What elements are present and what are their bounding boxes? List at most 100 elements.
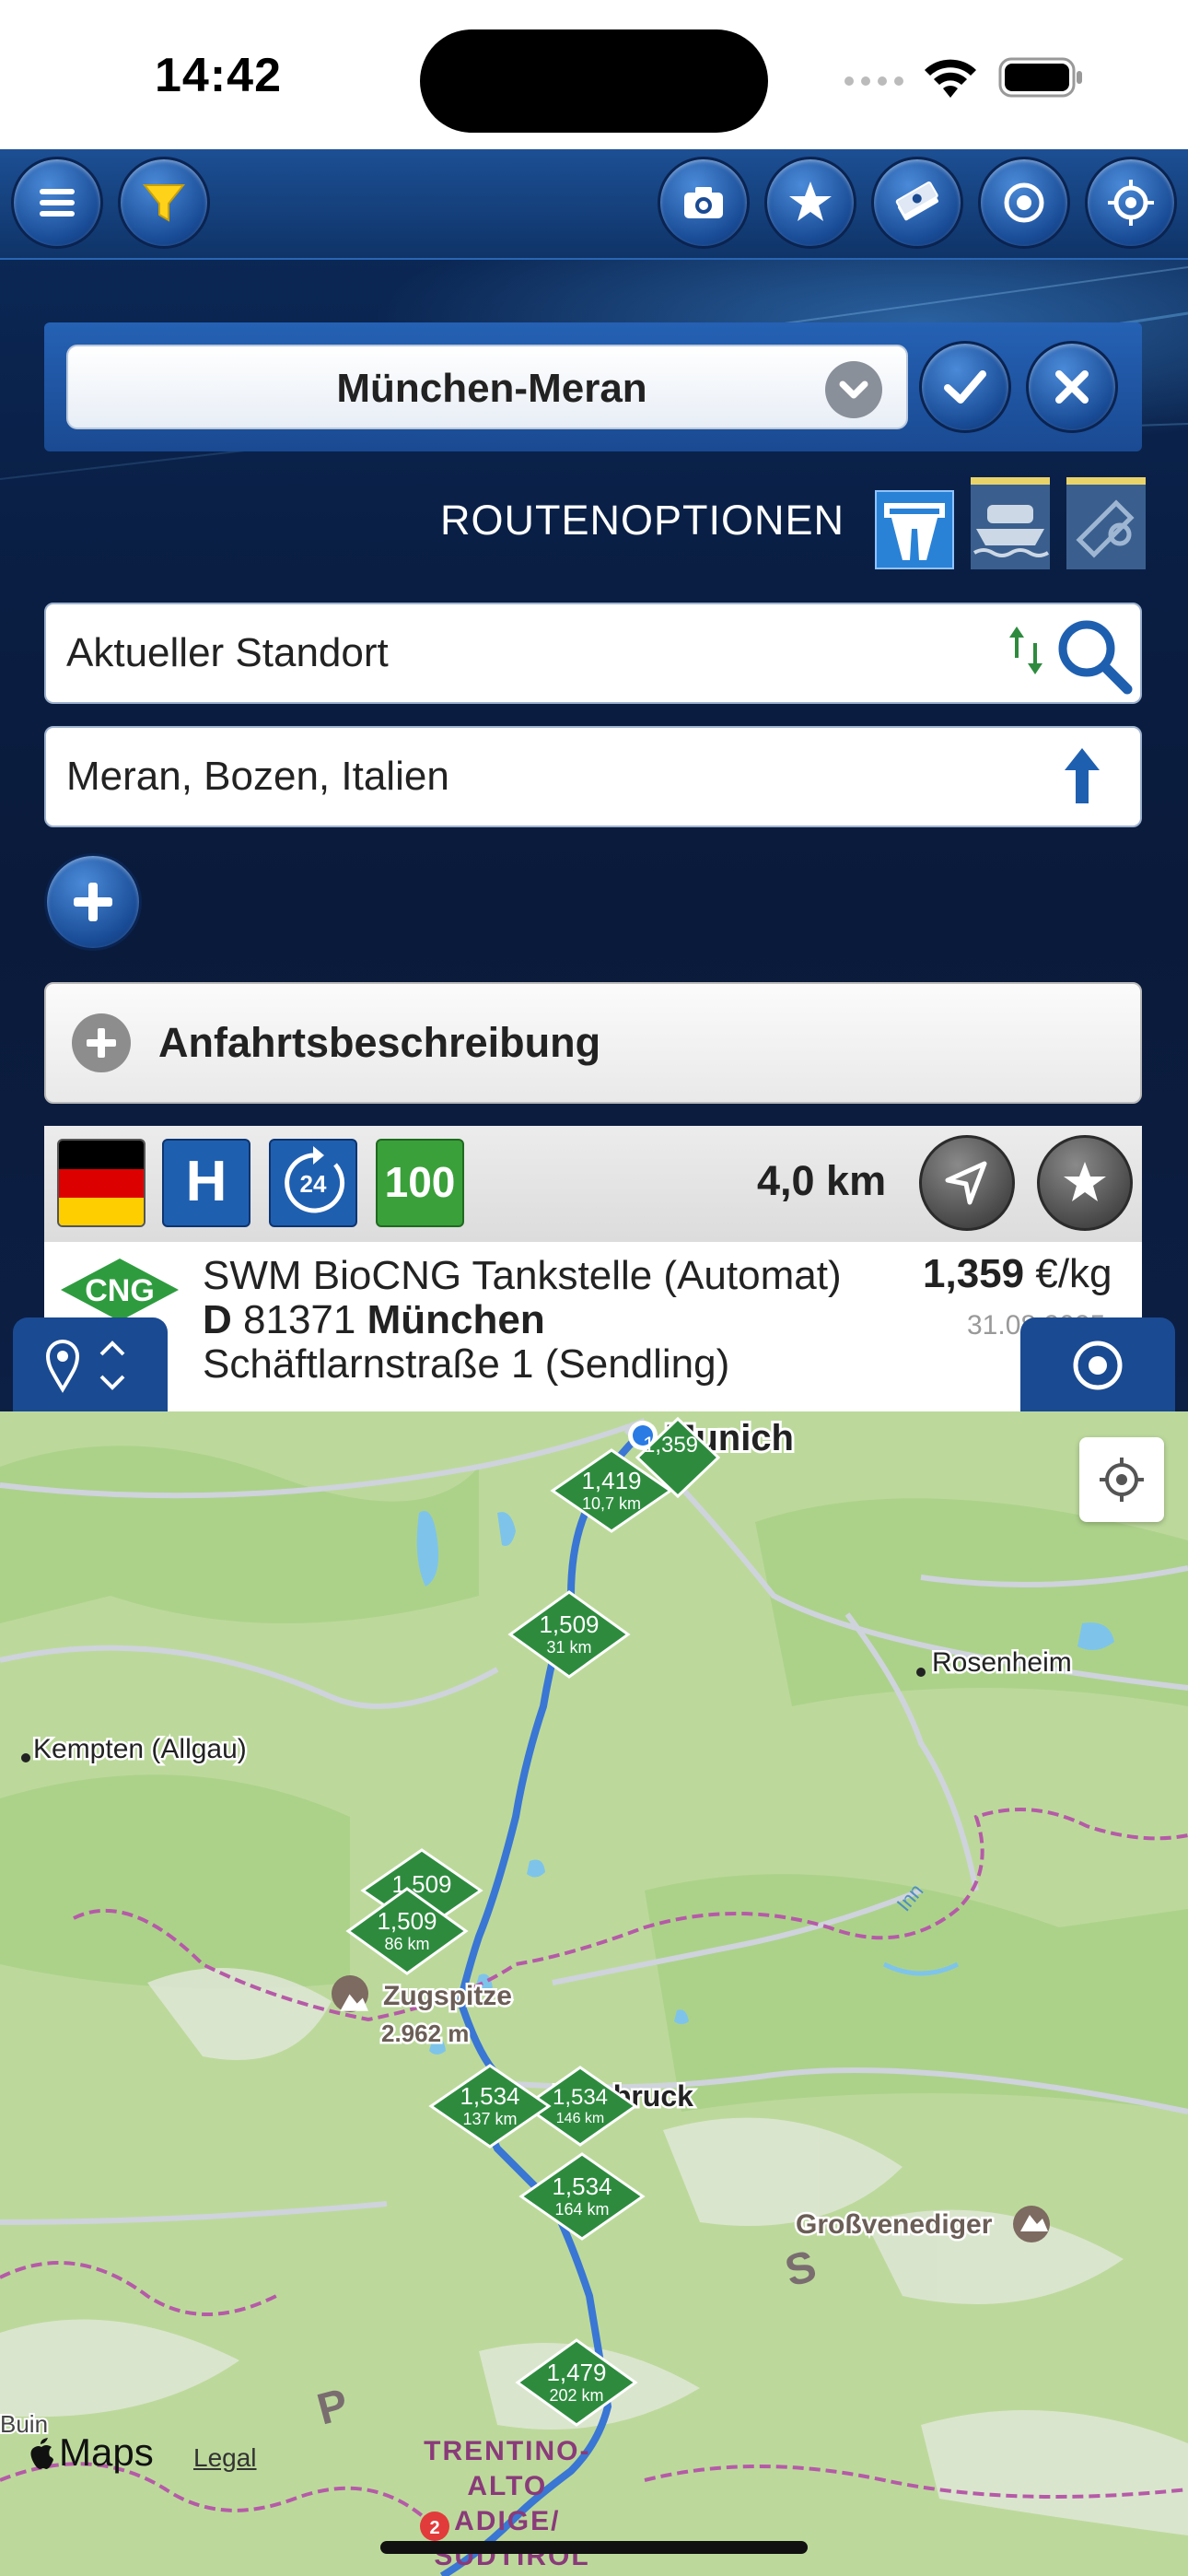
chevron-down-icon: [825, 361, 882, 418]
map-center-tab[interactable]: [1020, 1317, 1175, 1411]
speed-100-badge: 100: [376, 1139, 464, 1227]
germany-flag-icon: [57, 1139, 146, 1227]
svg-text:31 km: 31 km: [546, 1638, 591, 1657]
svg-text:1,534: 1,534: [552, 2172, 611, 2200]
maps-attribution: Maps: [26, 2430, 154, 2475]
map-view[interactable]: 2 Munich Rosenheim Kempten (Allgau) Zugs…: [0, 1411, 1188, 2576]
confirm-route-button[interactable]: [919, 341, 1011, 433]
status-bar: 14:42: [0, 0, 1188, 149]
open-24h-label: 24: [300, 1170, 327, 1198]
directions-expander[interactable]: Anfahrtsbeschreibung: [44, 982, 1142, 1104]
route-name: München-Meran: [336, 366, 647, 411]
locate-button[interactable]: [1085, 157, 1177, 249]
station-city: D 81371 München: [203, 1297, 545, 1343]
crosshair-icon: [1108, 180, 1154, 226]
app-panel: München-Meran ROUTENOPTIONEN Aktueller S…: [0, 149, 1188, 1411]
city-name: München: [367, 1297, 545, 1342]
svg-text:164 km: 164 km: [554, 2200, 609, 2219]
maps-brand: Maps: [59, 2430, 154, 2474]
avoid-highway-toggle[interactable]: [875, 490, 954, 569]
toll-icon: [1076, 499, 1135, 558]
filter-icon: [142, 184, 186, 222]
place-rosenheim: Rosenheim: [932, 1647, 1072, 1678]
destination-field[interactable]: Meran, Bozen, Italien: [44, 726, 1142, 827]
menu-icon: [40, 189, 75, 217]
favorite-station-button[interactable]: [1037, 1135, 1133, 1231]
avoid-toll-toggle[interactable]: [1066, 477, 1146, 569]
star-icon: [1064, 1162, 1106, 1201]
top-toolbar: [0, 149, 1188, 260]
dynamic-island: [420, 29, 768, 133]
station-card[interactable]: CNG SWM BioCNG Tankstelle (Automat) 1,35…: [44, 1242, 1142, 1411]
svg-text:10,7 km: 10,7 km: [582, 1494, 641, 1513]
expand-plus-icon: [72, 1013, 131, 1072]
place-kempten: Kempten (Allgau): [33, 1734, 247, 1764]
svg-text:202 km: 202 km: [549, 2386, 603, 2405]
navigate-button[interactable]: [919, 1135, 1015, 1231]
apple-logo-icon: [30, 2438, 53, 2469]
cng-logo-text: CNG: [85, 1273, 155, 1308]
wifi-icon: [923, 57, 978, 100]
route-dropdown[interactable]: München-Meran: [66, 345, 908, 429]
origin-field[interactable]: Aktueller Standort: [44, 603, 1142, 704]
station-name: SWM BioCNG Tankstelle (Automat): [203, 1253, 842, 1298]
route-options-label: ROUTENOPTIONEN: [440, 497, 845, 544]
home-indicator: [380, 2541, 808, 2554]
station-price: 1,359 €/kg: [923, 1251, 1112, 1297]
destination-marker: 2: [429, 2518, 439, 2538]
plus-icon: [74, 883, 112, 921]
station-header: H 24 100 4,0 km: [44, 1126, 1142, 1242]
map-layer-tab[interactable]: [13, 1317, 168, 1411]
open-24h-icon: 24: [269, 1139, 357, 1227]
prices-button[interactable]: [871, 157, 963, 249]
money-icon: [895, 181, 938, 221]
target-icon: [1004, 182, 1044, 223]
svg-text:1,534: 1,534: [460, 2082, 519, 2110]
svg-text:1,479: 1,479: [546, 2359, 606, 2386]
directions-label: Anfahrtsbeschreibung: [158, 1019, 601, 1066]
navigation-arrow-icon: [945, 1161, 987, 1205]
nearby-button[interactable]: [978, 157, 1070, 249]
place-zugspitze: Zugspitze: [383, 1981, 512, 2011]
svg-text:137 km: 137 km: [462, 2110, 517, 2128]
crosshair-icon: [1100, 1458, 1144, 1502]
place-grossvenediger: Großvenediger: [796, 2209, 993, 2240]
country-code: D: [203, 1297, 232, 1342]
ferry-icon: [973, 505, 1050, 557]
swap-icon[interactable]: [1006, 621, 1046, 680]
camera-icon: [684, 187, 723, 218]
svg-text:1,509: 1,509: [539, 1610, 599, 1638]
price-value: 1,359: [923, 1251, 1025, 1296]
search-icon[interactable]: [1052, 614, 1135, 697]
hydrogen-badge: H: [162, 1139, 250, 1227]
station-distance: 4,0 km: [757, 1157, 887, 1204]
postal-code: 81371: [243, 1297, 356, 1342]
origin-text: Aktueller Standort: [66, 630, 389, 675]
add-waypoint-button[interactable]: [44, 853, 142, 951]
destination-text: Meran, Bozen, Italien: [66, 754, 449, 799]
filter-button[interactable]: [118, 157, 210, 249]
cancel-route-button[interactable]: [1026, 341, 1118, 433]
status-time: 14:42: [155, 49, 282, 102]
camera-button[interactable]: [658, 157, 750, 249]
svg-text:1,509: 1,509: [377, 1907, 437, 1935]
cng-logo: CNG: [57, 1255, 182, 1325]
station-street: Schäftlarnstraße 1 (Sendling): [203, 1341, 730, 1387]
place-zugspitze-height: 2.962 m: [381, 2020, 469, 2047]
highway-icon: [884, 503, 945, 560]
legal-link[interactable]: Legal: [193, 2443, 257, 2473]
target-icon: [1073, 1341, 1123, 1390]
arrow-up-icon[interactable]: [1059, 746, 1105, 805]
price-unit: €/kg: [1035, 1251, 1112, 1296]
svg-text:1,359: 1,359: [643, 1433, 698, 1458]
signal-icon: [842, 74, 908, 88]
svg-text:1,419: 1,419: [581, 1467, 641, 1494]
svg-text:146 km: 146 km: [556, 2111, 604, 2126]
svg-text:1,534: 1,534: [553, 2085, 608, 2110]
checkmark-icon: [944, 370, 986, 404]
menu-button[interactable]: [11, 157, 103, 249]
favorites-button[interactable]: [764, 157, 856, 249]
star-icon: [789, 181, 832, 221]
avoid-ferry-toggle[interactable]: [971, 477, 1050, 569]
map-locate-button[interactable]: [1079, 1437, 1164, 1522]
